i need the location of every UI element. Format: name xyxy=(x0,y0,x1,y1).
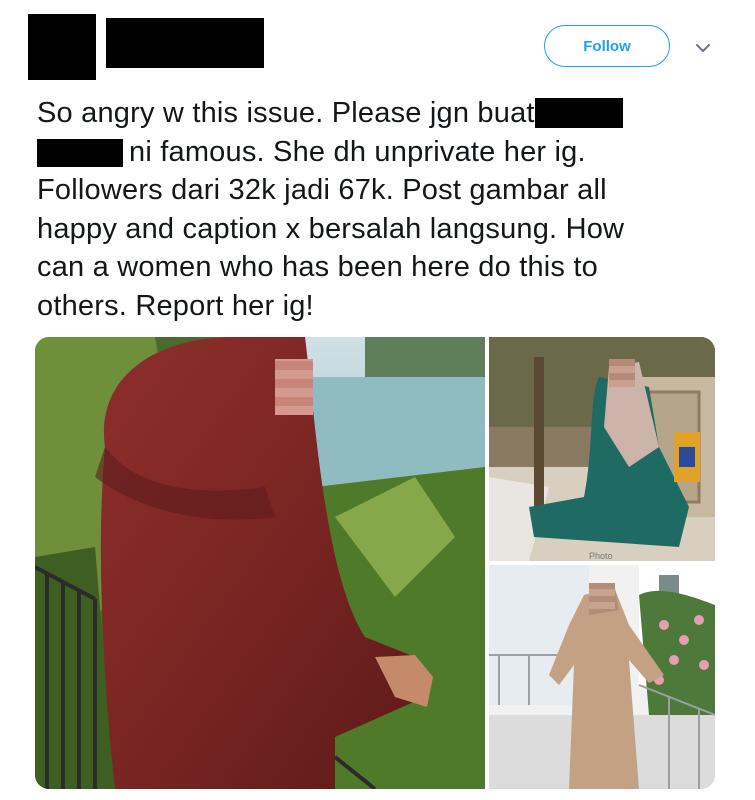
tweet-text: So angry w this issue. Please jgn buat n… xyxy=(37,94,717,325)
photo-image xyxy=(35,337,485,789)
media-photo-top-right[interactable]: Photo xyxy=(489,337,715,561)
tweet-text-line: So angry w this issue. Please jgn buat xyxy=(37,97,535,129)
display-name-redacted[interactable] xyxy=(106,18,264,68)
media-photo-main[interactable] xyxy=(35,337,485,789)
tweet-text-line: can a women who has been here do this to xyxy=(37,251,598,283)
redacted-handle xyxy=(37,138,123,167)
photo-image xyxy=(489,337,715,561)
tweet-text-line: happy and caption x bersalah langsung. H… xyxy=(37,212,625,245)
follow-button[interactable]: Follow xyxy=(544,25,670,67)
face-blur xyxy=(609,359,635,387)
face-blur xyxy=(275,359,313,415)
tweet-text-line: ni famous. She dh unprivate her ig. xyxy=(129,135,586,168)
face-blur xyxy=(589,583,615,609)
tweet-text-line: others. Report her ig! xyxy=(37,289,314,322)
chevron-down-icon[interactable] xyxy=(692,37,714,59)
avatar-redacted[interactable] xyxy=(28,14,96,80)
media-photo-bottom-right[interactable] xyxy=(489,565,715,789)
tweet-text-line: Followers dari 32k jadi 67k. Post gambar… xyxy=(37,174,607,206)
media-grid: Photo xyxy=(35,337,715,789)
photo-caption: Photo xyxy=(589,551,613,561)
redacted-handle xyxy=(534,98,623,128)
